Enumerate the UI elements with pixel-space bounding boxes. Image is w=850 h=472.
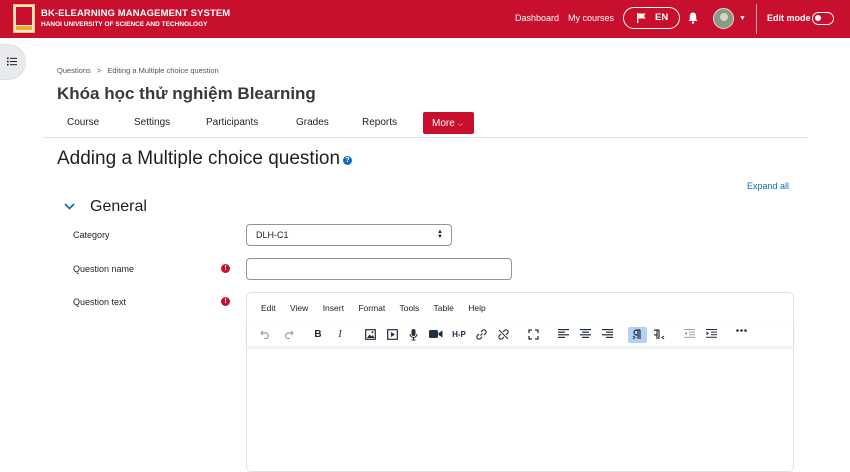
media-icon[interactable] (384, 327, 400, 343)
top-navbar: BK-ELEARNING MANAGEMENT SYSTEM HANOI UNI… (0, 0, 850, 38)
course-secondary-nav: Course Settings Participants Grades Repo… (43, 112, 808, 138)
course-title: Khóa học thử nghiệm Blearning (57, 84, 316, 103)
question-name-label: Question name (73, 264, 135, 274)
menu-tools[interactable]: Tools (399, 303, 419, 313)
tab-settings[interactable]: Settings (134, 117, 170, 128)
nav-dashboard-link[interactable]: Dashboard (515, 13, 559, 23)
question-name-input[interactable] (246, 258, 512, 280)
rtl-icon[interactable] (651, 327, 667, 343)
editor-menubar: Edit View Insert Format Tools Table Help (261, 303, 498, 313)
editor-toolbar: B I H-P (247, 323, 793, 347)
chevron-down-icon[interactable]: ▼ (739, 15, 746, 22)
flag-icon (637, 13, 646, 23)
align-right-icon[interactable] (599, 327, 615, 343)
language-button[interactable]: EN (623, 7, 680, 29)
align-left-icon[interactable] (555, 327, 571, 343)
category-label: Category (73, 230, 110, 240)
brand-subtitle: HANOI UNIVERSITY OF SCIENCE AND TECHNOLO… (41, 21, 208, 28)
tab-participants[interactable]: Participants (206, 117, 258, 128)
microphone-icon[interactable] (405, 327, 421, 343)
indent-icon[interactable] (703, 327, 719, 343)
edit-mode-toggle[interactable] (812, 12, 834, 25)
select-arrows-icon: ▲ ▼ (437, 229, 443, 240)
brand-title: BK-ELEARNING MANAGEMENT SYSTEM (41, 8, 231, 19)
tab-course[interactable]: Course (67, 117, 99, 128)
fullscreen-icon[interactable] (525, 327, 541, 343)
menu-help[interactable]: Help (468, 303, 485, 313)
tab-reports[interactable]: Reports (362, 117, 397, 128)
page-title: Adding a Multiple choice question (57, 148, 341, 169)
menu-edit[interactable]: Edit (261, 303, 276, 313)
bold-icon[interactable]: B (310, 327, 326, 343)
more-menu-button[interactable]: More ⌵ (423, 112, 474, 134)
question-text-label: Question text (73, 297, 127, 307)
section-title-general: General (90, 198, 147, 215)
chevron-down-icon: ⌵ (457, 121, 464, 128)
breadcrumb-current[interactable]: Editing a Multiple choice question (107, 66, 218, 75)
language-label: EN (655, 12, 669, 23)
menu-table[interactable]: Table (434, 303, 454, 313)
h5p-icon[interactable]: H-P (450, 327, 468, 343)
chevron-down-icon[interactable] (64, 203, 75, 210)
list-icon (7, 57, 17, 66)
category-value: DLH-C1 (256, 230, 289, 240)
tab-grades[interactable]: Grades (296, 117, 329, 128)
required-icon: ! (221, 297, 230, 306)
outdent-icon[interactable] (681, 327, 697, 343)
unlink-icon[interactable] (495, 327, 511, 343)
nav-my-courses-link[interactable]: My courses (568, 13, 614, 23)
category-select[interactable]: DLH-C1 ▲ ▼ (246, 224, 452, 246)
expand-all-link[interactable]: Expand all (747, 181, 789, 191)
question-text-editor[interactable]: Edit View Insert Format Tools Table Help… (246, 292, 794, 472)
more-label: More (432, 118, 455, 129)
avatar[interactable] (713, 8, 734, 29)
university-logo[interactable] (13, 4, 35, 33)
menu-view[interactable]: View (290, 303, 308, 313)
video-icon[interactable] (428, 327, 444, 343)
edit-mode-label: Edit mode (767, 13, 811, 23)
breadcrumb-separator: > (96, 66, 102, 75)
redo-icon[interactable] (280, 327, 296, 343)
menu-format[interactable]: Format (358, 303, 385, 313)
italic-icon[interactable]: I (332, 327, 348, 343)
bell-icon[interactable] (688, 12, 698, 24)
image-icon[interactable] (362, 327, 378, 343)
required-icon: ! (221, 264, 230, 273)
course-index-toggle[interactable] (0, 44, 26, 80)
menu-insert[interactable]: Insert (323, 303, 344, 313)
navbar-divider (756, 4, 757, 34)
help-icon[interactable]: ? (343, 156, 352, 165)
breadcrumb-questions-link[interactable]: Questions (57, 66, 91, 75)
breadcrumb: Questions > Editing a Multiple choice qu… (57, 66, 223, 75)
undo-icon[interactable] (257, 327, 273, 343)
link-icon[interactable] (473, 327, 489, 343)
align-center-icon[interactable] (577, 327, 593, 343)
ltr-icon[interactable] (628, 327, 647, 343)
more-icon[interactable] (733, 327, 749, 343)
